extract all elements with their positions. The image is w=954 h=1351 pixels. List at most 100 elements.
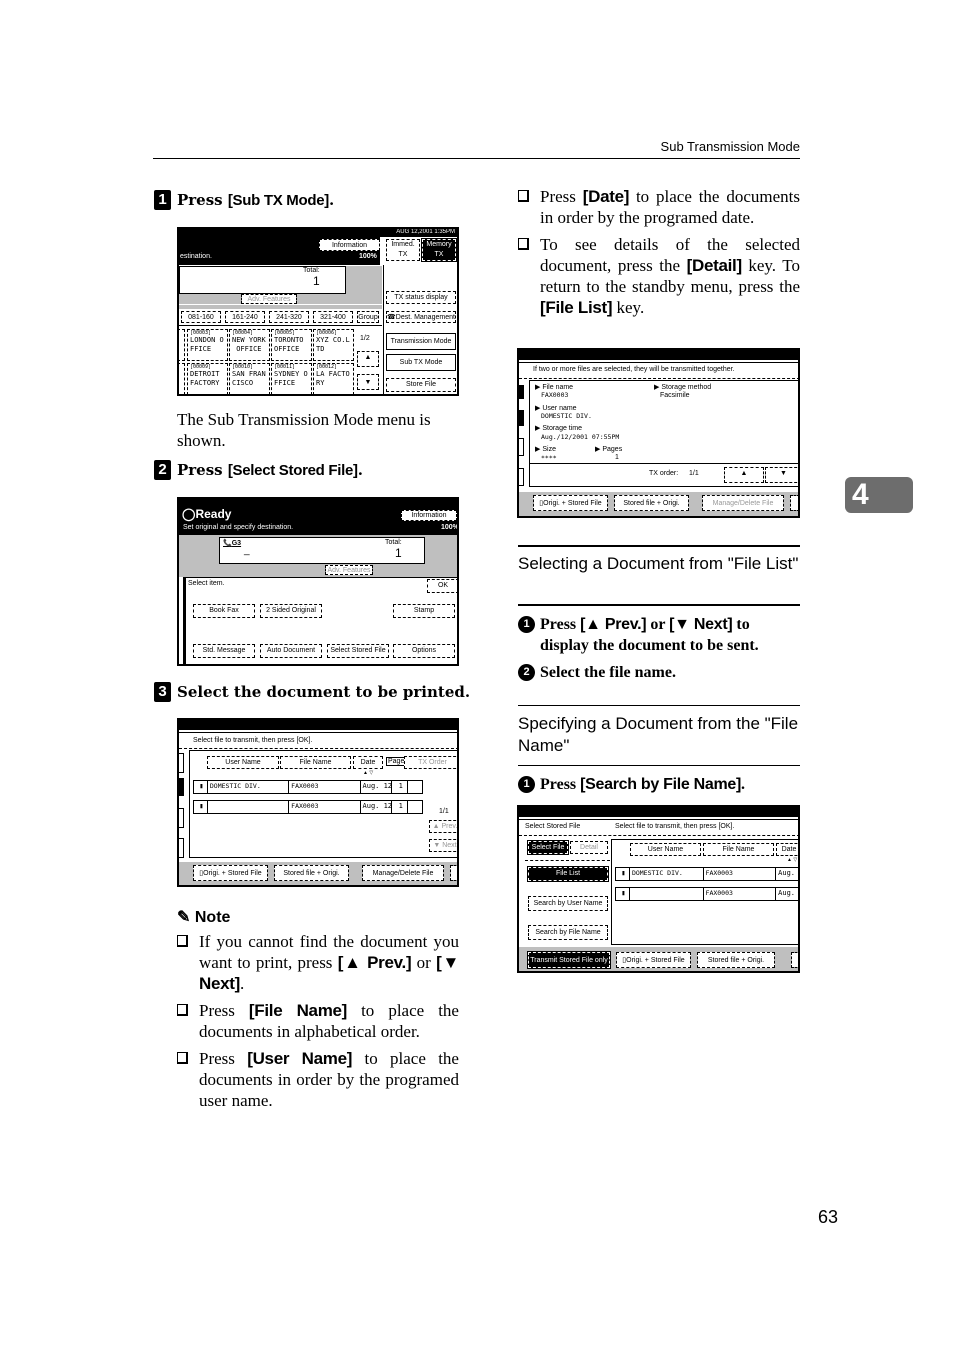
destination-line-2: FFICE: [274, 379, 296, 387]
immed-tx-button[interactable]: Immed. TX: [386, 239, 420, 261]
stored-file-plus-origi-button[interactable]: Stored file + Origi.: [274, 865, 349, 881]
key-label: [User Name]: [247, 1049, 353, 1068]
destination-button[interactable]: [00009] DETROIT FACTORY: [187, 363, 228, 394]
manage-delete-file-button[interactable]: Manage/Delete File: [702, 495, 784, 511]
select-file-tab[interactable]: Select File: [527, 840, 569, 855]
note-item: If you cannot find the document you want…: [177, 931, 459, 994]
options-button[interactable]: Options: [393, 644, 455, 658]
key-label: [File List]: [540, 298, 613, 317]
information-button[interactable]: Information: [401, 510, 457, 521]
select-stored-file-button[interactable]: Select Stored File: [327, 644, 389, 658]
std-message-button[interactable]: Std. Message: [193, 644, 255, 658]
date-column-button[interactable]: Date: [776, 843, 798, 856]
memory-tx-button[interactable]: Memory TX: [421, 238, 457, 262]
side-tab[interactable]: [179, 753, 184, 773]
detail-tab[interactable]: Detail: [570, 841, 608, 854]
stored-file-plus-origi-button[interactable]: Stored file + Origi.: [614, 495, 689, 511]
file-name-column-button[interactable]: File Name: [703, 843, 774, 856]
date-cell: Aug. 12: [361, 801, 393, 813]
sub-tx-mode-button[interactable]: Sub TX Mode: [386, 354, 456, 371]
store-file-button[interactable]: Store File: [386, 378, 456, 392]
pencil-icon: ✎: [177, 909, 191, 926]
book-fax-button[interactable]: Book Fax: [193, 604, 255, 618]
auto-document-button[interactable]: Auto Document: [260, 644, 322, 658]
scroll-up-button[interactable]: ▲: [357, 351, 379, 367]
stored-file-plus-origi-button[interactable]: Stored file + Origi.: [697, 952, 775, 968]
file-name-cell: FAX0003: [289, 801, 361, 813]
destination-button[interactable]: [00003] LONDON O FFICE: [187, 329, 228, 361]
note-item: Press [User Name] to place the documents…: [177, 1048, 459, 1111]
destination-button[interactable]: [00012] LA FACTO RY: [313, 363, 354, 394]
stamp-button[interactable]: Stamp: [393, 604, 455, 618]
destination-button-partial[interactable]: [179, 363, 185, 394]
partial-button[interactable]: [450, 865, 457, 881]
tx-order-column-button[interactable]: TX Order: [404, 756, 457, 769]
origi-plus-stored-file-button[interactable]: ▯Origi. + Stored File: [533, 495, 608, 511]
date-cell: Aug. 12: [361, 781, 393, 793]
file-row[interactable]: ▮ DOMESTIC DIV. FAX0003 Aug.: [615, 867, 798, 881]
tx-status-display-button[interactable]: TX status display: [386, 291, 456, 304]
sub-step-text: Select the file name.: [540, 662, 676, 683]
scroll-down-button[interactable]: ▼: [357, 374, 379, 390]
information-button[interactable]: Information: [319, 239, 380, 251]
search-by-user-name-button[interactable]: Search by User Name: [528, 896, 608, 911]
user-name-column-button[interactable]: User Name: [207, 756, 279, 769]
file-icon: ▮: [194, 781, 208, 793]
total-label: Total:: [303, 267, 320, 274]
page-indicator: 1/2: [360, 335, 370, 342]
text-run: or: [411, 953, 437, 972]
next-button[interactable]: ▼ Next: [429, 839, 457, 852]
user-name-value: DOMESTIC DIV.: [541, 412, 592, 420]
sort-indicator-icon: ▲ ▽: [787, 857, 798, 863]
file-name-cell: FAX0003: [704, 868, 777, 880]
file-row[interactable]: ▮ FAX0003 Aug. 12 1: [193, 800, 423, 814]
destination-button[interactable]: [00011] SYDNEY O FFICE: [271, 363, 312, 394]
range-tab-2[interactable]: 161-240: [225, 311, 265, 323]
destination-button[interactable]: [00004] NEW YORK OFFICE: [229, 329, 270, 361]
transmission-mode-button[interactable]: Transmission Mode: [386, 333, 456, 350]
destination-button[interactable]: [00005] TORONTO OFFICE: [271, 329, 312, 361]
user-name-column-button[interactable]: User Name: [630, 843, 701, 856]
size-value: ****: [541, 454, 557, 462]
prev-button[interactable]: ▲ Prev.: [429, 820, 457, 833]
date-column-button[interactable]: Date: [353, 756, 383, 769]
order-down-button[interactable]: ▼: [765, 467, 798, 483]
search-by-file-name-button[interactable]: Search by File Name: [528, 925, 608, 940]
chapter-tab: 4: [845, 477, 913, 513]
file-row[interactable]: ▮ DOMESTIC DIV. FAX0003 Aug. 12 1: [193, 780, 423, 794]
side-tab-active[interactable]: [519, 385, 524, 399]
text-run: key.: [612, 298, 645, 317]
order-up-button[interactable]: ▲: [724, 467, 764, 483]
destination-button[interactable]: [00010] SAN FRAN CISCO: [229, 363, 270, 394]
ok-button[interactable]: OK: [427, 579, 457, 593]
range-tab-4[interactable]: 321-400: [313, 311, 353, 323]
side-tab[interactable]: [179, 808, 184, 828]
side-tab-active[interactable]: [179, 778, 184, 796]
file-row[interactable]: ▮ FAX0003 Aug.: [615, 887, 798, 901]
manage-delete-file-button[interactable]: Manage/Delete File: [362, 865, 444, 881]
two-sided-original-button[interactable]: 2 Sided Original: [260, 604, 322, 618]
origi-plus-stored-file-button[interactable]: ▯Origi. + Stored File: [193, 865, 268, 881]
origi-plus-stored-file-button[interactable]: ▯Origi. + Stored File: [616, 952, 691, 968]
file-name-cell: FAX0003: [704, 888, 777, 900]
range-tab-1[interactable]: 081-160: [181, 311, 221, 323]
side-tab[interactable]: [519, 438, 524, 456]
note-list: If you cannot find the document you want…: [177, 931, 459, 1117]
partial-button[interactable]: [790, 495, 798, 511]
status-ready: ◯Ready: [182, 507, 232, 521]
dest-management-button[interactable]: ☎Dest. Management: [386, 311, 456, 323]
side-tab-active[interactable]: [519, 410, 524, 426]
transmit-stored-file-only-button[interactable]: Transmit Stored File only: [527, 951, 611, 969]
user-name-cell: DOMESTIC DIV.: [208, 781, 290, 793]
partial-button[interactable]: [791, 952, 798, 968]
file-name-column-button[interactable]: File Name: [280, 756, 351, 769]
file-list-button[interactable]: File List: [527, 866, 609, 882]
destination-button-partial[interactable]: [179, 329, 185, 361]
adv-features-button[interactable]: Adv. Features: [325, 565, 373, 575]
range-tab-3[interactable]: 241-320: [269, 311, 309, 323]
adv-features-button[interactable]: Adv. Features: [241, 294, 297, 304]
side-tab[interactable]: [519, 468, 524, 486]
group-tab[interactable]: Group: [357, 311, 379, 323]
side-tab[interactable]: [179, 838, 184, 858]
destination-button[interactable]: [00006] XYZ CO.L TD: [313, 329, 354, 361]
